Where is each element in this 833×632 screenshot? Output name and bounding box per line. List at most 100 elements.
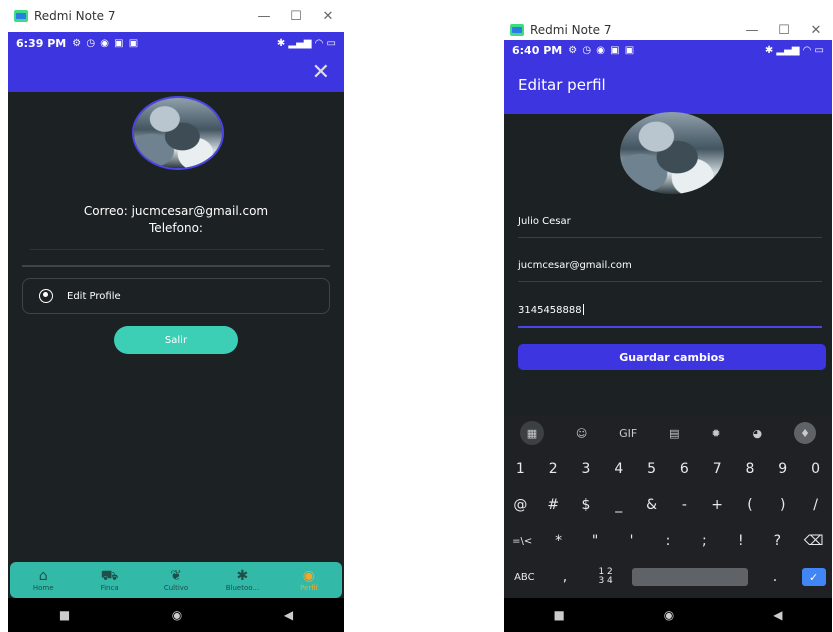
- nav-bluetooth[interactable]: ✱ Bluetoo...: [209, 562, 275, 598]
- bottom-navigation: ⌂ Home ⛟ Finca ❦ Cultivo ✱ Bluetoo... ◉ …: [10, 562, 342, 598]
- status-notification-icons: ⚙ ◷ ◉ ▣ ▣: [568, 44, 636, 56]
- key[interactable]: (: [736, 497, 764, 513]
- name-field[interactable]: Julio Cesar: [518, 216, 822, 238]
- profile-avatar[interactable]: [620, 112, 724, 194]
- phone-field-value: 3145458888: [518, 305, 582, 316]
- divider: [22, 265, 330, 267]
- nav-perfil-label: Perfil: [300, 584, 318, 592]
- key[interactable]: 9: [769, 461, 797, 477]
- emulator-app-icon: [14, 10, 28, 22]
- nav-perfil[interactable]: ◉ Perfil: [276, 562, 342, 598]
- key[interactable]: 8: [736, 461, 764, 477]
- key[interactable]: &: [638, 497, 666, 513]
- key[interactable]: 6: [670, 461, 698, 477]
- key[interactable]: ': [618, 533, 646, 549]
- phone-field[interactable]: 3145458888: [518, 304, 822, 328]
- back-icon[interactable]: ◀: [773, 608, 782, 622]
- abc-key[interactable]: ABC: [510, 572, 538, 583]
- right-status-bar: 6:40 PM ⚙ ◷ ◉ ▣ ▣ ✱ ▂▄▆ ◠ ▭: [504, 40, 832, 60]
- mic-icon[interactable]: ♦: [794, 422, 816, 444]
- right-emulator-window: Redmi Note 7 — ☐ ✕ 6:40 PM ⚙ ◷ ◉ ▣ ▣ ✱ ▂…: [504, 20, 832, 632]
- recents-icon[interactable]: ■: [59, 608, 70, 622]
- period-key[interactable]: .: [761, 569, 789, 585]
- close-window-icon[interactable]: ✕: [800, 23, 832, 38]
- apps-grid-icon[interactable]: ▦: [519, 421, 544, 445]
- nav-home-label: Home: [32, 584, 54, 592]
- keyboard-toolbar: ▦ ☺ GIF ▤ ✹ ◕ ♦: [504, 416, 832, 450]
- nav-home[interactable]: ⌂ Home: [10, 562, 76, 598]
- key[interactable]: ?: [763, 533, 791, 549]
- home-button-icon[interactable]: ◉: [172, 608, 182, 622]
- key[interactable]: ;: [690, 533, 718, 549]
- key[interactable]: ): [769, 497, 797, 513]
- minimize-icon[interactable]: —: [248, 9, 280, 24]
- email-field-value: jucmcesar@gmail.com: [518, 260, 632, 271]
- palette-icon[interactable]: ◕: [753, 427, 763, 440]
- back-icon[interactable]: ◀: [284, 608, 293, 622]
- keyboard-symbol-row-2: =\< * " ' : ; ! ? ⌫: [504, 528, 832, 554]
- key[interactable]: :: [654, 533, 682, 549]
- left-app-bar: ✕: [8, 54, 344, 92]
- page-title: Editar perfil: [518, 76, 606, 94]
- edit-profile-button[interactable]: Edit Profile: [22, 278, 330, 314]
- tractor-icon: ⛟: [100, 568, 119, 584]
- key[interactable]: =\<: [508, 536, 536, 547]
- name-field-value: Julio Cesar: [518, 216, 571, 227]
- key[interactable]: 3: [572, 461, 600, 477]
- key[interactable]: *: [545, 533, 573, 549]
- clipboard-icon[interactable]: ▤: [669, 427, 679, 440]
- settings-icon[interactable]: ✹: [711, 427, 720, 440]
- nav-finca[interactable]: ⛟ Finca: [76, 562, 142, 598]
- key[interactable]: 2: [539, 461, 567, 477]
- key[interactable]: /: [802, 497, 830, 513]
- close-icon[interactable]: ✕: [312, 60, 330, 85]
- key[interactable]: _: [605, 497, 633, 513]
- key[interactable]: $: [572, 497, 600, 513]
- save-changes-button[interactable]: Guardar cambios: [518, 344, 826, 370]
- key[interactable]: ": [581, 533, 609, 549]
- leaf-icon: ❦: [170, 568, 182, 584]
- nav-bluetooth-label: Bluetoo...: [225, 584, 260, 592]
- numpad-key[interactable]: 1 2 3 4: [592, 568, 620, 586]
- profile-phone-text: Telefono:: [149, 221, 203, 235]
- nav-cultivo[interactable]: ❦ Cultivo: [143, 562, 209, 598]
- key[interactable]: 0: [802, 461, 830, 477]
- edit-profile-label: Edit Profile: [67, 290, 121, 302]
- close-window-icon[interactable]: ✕: [312, 9, 344, 24]
- status-signal-battery-icons: ✱ ▂▄▆ ◠ ▭: [276, 37, 336, 49]
- right-window-title: Redmi Note 7: [530, 23, 612, 37]
- home-button-icon[interactable]: ◉: [664, 608, 674, 622]
- enter-check-icon[interactable]: ✓: [801, 568, 826, 586]
- key[interactable]: 7: [703, 461, 731, 477]
- space-key[interactable]: [632, 568, 749, 586]
- profile-icon: ◉: [302, 568, 315, 584]
- home-icon: ⌂: [38, 568, 48, 584]
- key[interactable]: #: [539, 497, 567, 513]
- right-window-titlebar: Redmi Note 7 — ☐ ✕: [504, 20, 832, 40]
- text-caret: [582, 304, 584, 315]
- key[interactable]: 5: [638, 461, 666, 477]
- sticker-icon[interactable]: ☺: [576, 427, 587, 440]
- key[interactable]: !: [727, 533, 755, 549]
- minimize-icon[interactable]: —: [736, 23, 768, 38]
- key[interactable]: @: [506, 497, 534, 513]
- key[interactable]: +: [703, 497, 731, 513]
- left-emulator-window: Redmi Note 7 — ☐ ✕ 6:39 PM ⚙ ◷ ◉ ▣ ▣ ✱ ▂…: [8, 0, 344, 632]
- recents-icon[interactable]: ■: [553, 608, 564, 622]
- key[interactable]: -: [670, 497, 698, 513]
- status-time: 6:40 PM: [512, 43, 563, 57]
- comma-key[interactable]: ,: [551, 569, 579, 585]
- status-notification-icons: ⚙ ◷ ◉ ▣ ▣: [72, 37, 140, 49]
- divider: [30, 249, 324, 250]
- gif-button[interactable]: GIF: [619, 427, 637, 440]
- backspace-icon[interactable]: ⌫: [800, 533, 828, 549]
- maximize-icon[interactable]: ☐: [768, 23, 800, 38]
- android-nav-bar: ■ ◉ ◀: [8, 598, 344, 632]
- person-circle-icon: [39, 289, 53, 303]
- email-field[interactable]: jucmcesar@gmail.com: [518, 260, 822, 282]
- key[interactable]: 1: [506, 461, 534, 477]
- maximize-icon[interactable]: ☐: [280, 9, 312, 24]
- salir-button[interactable]: Salir: [114, 326, 238, 354]
- left-status-bar: 6:39 PM ⚙ ◷ ◉ ▣ ▣ ✱ ▂▄▆ ◠ ▭: [8, 32, 344, 54]
- key[interactable]: 4: [605, 461, 633, 477]
